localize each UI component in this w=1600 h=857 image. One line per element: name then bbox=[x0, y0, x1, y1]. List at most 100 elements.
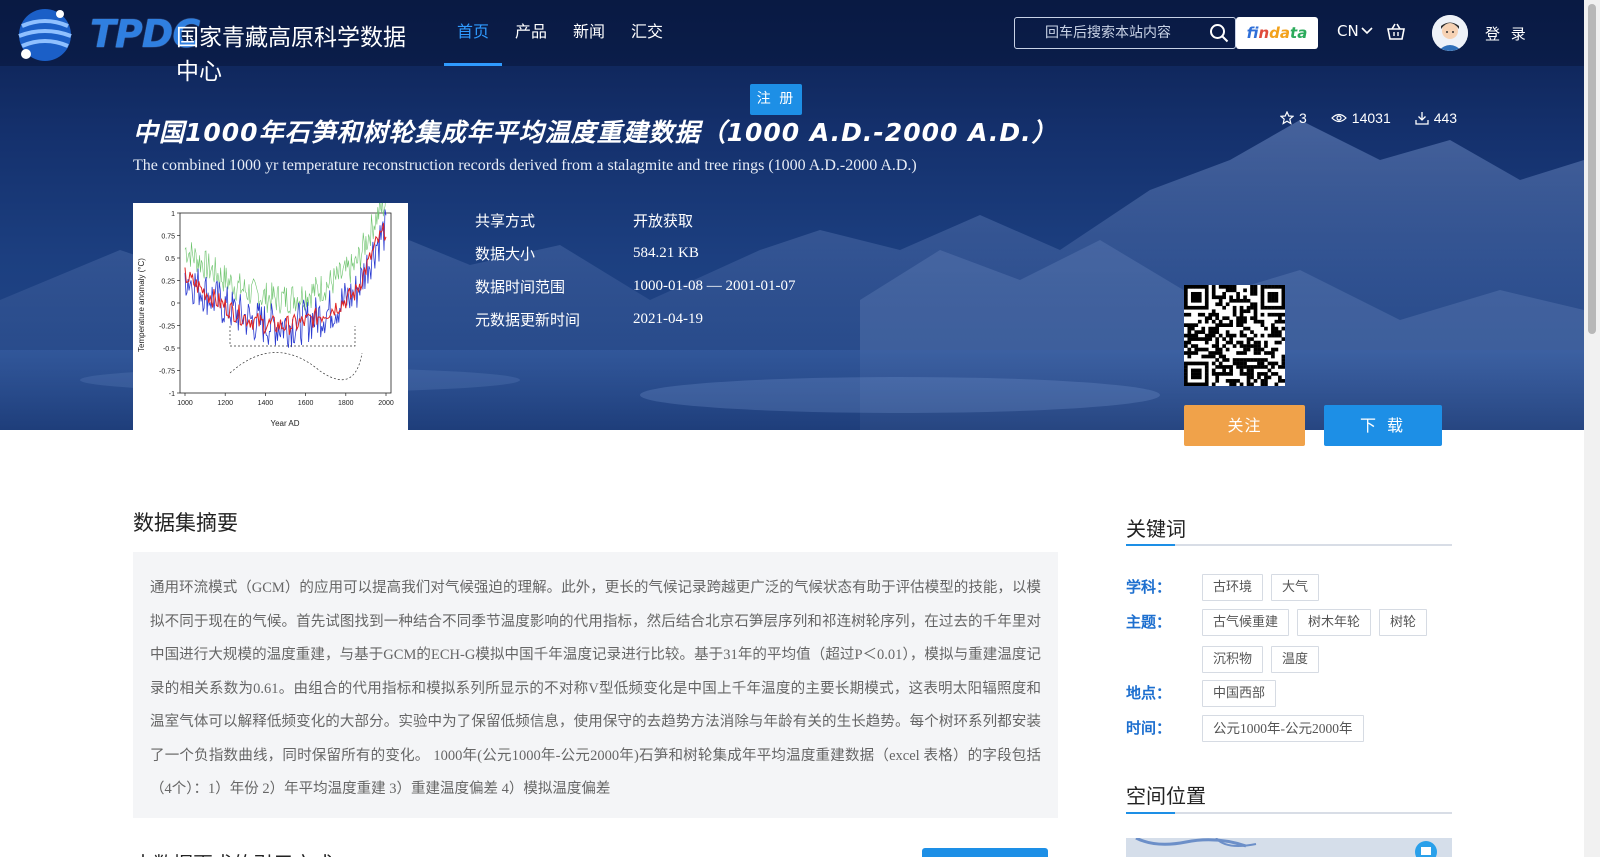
qr-module bbox=[1239, 312, 1244, 317]
qr-module bbox=[1260, 323, 1265, 327]
qr-module bbox=[1229, 372, 1233, 376]
qr-module bbox=[1225, 323, 1230, 327]
findata-part: f bbox=[1246, 24, 1259, 42]
qr-module bbox=[1225, 316, 1230, 321]
qr-module bbox=[1264, 365, 1268, 369]
location-map[interactable] bbox=[1126, 838, 1452, 857]
keyword-tag[interactable]: 温度 bbox=[1271, 646, 1320, 673]
language-selector[interactable]: CN bbox=[1337, 22, 1373, 40]
page-scrollbar[interactable] bbox=[1584, 0, 1600, 857]
keyword-tag[interactable]: 古环境 bbox=[1202, 574, 1264, 601]
download-button[interactable]: 下 载 bbox=[1324, 405, 1442, 446]
nav-products[interactable]: 产品 bbox=[502, 0, 560, 66]
keyword-tag[interactable]: 中国西部 bbox=[1202, 680, 1277, 707]
qr-module bbox=[1246, 379, 1251, 383]
qr-module bbox=[1184, 382, 1188, 387]
keyword-tag[interactable]: 公元1000年-公元2000年 bbox=[1202, 715, 1364, 742]
qr-module bbox=[1190, 295, 1195, 300]
abstract-heading: 数据集摘要 bbox=[133, 511, 238, 535]
qr-module bbox=[1253, 344, 1258, 348]
qr-module bbox=[1271, 330, 1275, 334]
keyword-tag[interactable]: 树木年轮 bbox=[1297, 609, 1372, 636]
thumbnail-xtick-label: 1600 bbox=[298, 400, 314, 407]
qr-module bbox=[1232, 285, 1237, 289]
site-logo[interactable]: TPDC 国家青藏高原科学数据中心 bbox=[14, 2, 414, 85]
keywords-divider bbox=[1126, 544, 1452, 546]
qr-module bbox=[1274, 347, 1279, 352]
avatar[interactable] bbox=[1432, 15, 1468, 51]
keyword-tag[interactable]: 沉积物 bbox=[1202, 646, 1264, 673]
qr-module bbox=[1204, 316, 1209, 321]
qr-module bbox=[1281, 379, 1286, 383]
scrollbar-thumb[interactable] bbox=[1588, 4, 1596, 334]
qr-module bbox=[1222, 354, 1226, 359]
qr-module bbox=[1246, 365, 1251, 369]
qr-module bbox=[1243, 372, 1247, 376]
qr-module bbox=[1222, 344, 1226, 348]
qr-module bbox=[1271, 312, 1275, 317]
dataset-thumbnail[interactable]: 1 0.75 0.5 0.25 0 -0.25 -0.5 -0.75 -1 1000 1200 140… bbox=[133, 189, 408, 430]
keyword-tag[interactable]: 树轮 bbox=[1379, 609, 1428, 636]
qr-module bbox=[1281, 312, 1286, 317]
qr-module bbox=[1239, 382, 1244, 387]
qr-module bbox=[1271, 305, 1275, 310]
keywords-heading: 关键词 bbox=[1126, 517, 1186, 541]
register-button[interactable]: 注 册 bbox=[750, 84, 802, 115]
nav-submit[interactable]: 汇交 bbox=[618, 0, 676, 66]
qr-module bbox=[1204, 319, 1209, 324]
star-count[interactable]: 3 bbox=[1280, 110, 1307, 126]
qr-module bbox=[1204, 375, 1209, 380]
qr-module bbox=[1246, 344, 1251, 348]
search-input[interactable] bbox=[1015, 18, 1201, 48]
qr-module bbox=[1239, 372, 1244, 376]
qr-module bbox=[1271, 326, 1275, 331]
basket-icon[interactable] bbox=[1386, 22, 1406, 42]
qr-module bbox=[1218, 285, 1223, 289]
view-count-value: 14031 bbox=[1351, 110, 1391, 126]
qr-module bbox=[1187, 351, 1192, 355]
qr-module bbox=[1204, 337, 1209, 341]
qr-module bbox=[1232, 312, 1237, 317]
dataset-stats: 3 14031 443 bbox=[1280, 110, 1457, 126]
qr-module bbox=[1257, 347, 1261, 352]
qr-module bbox=[1246, 298, 1251, 303]
qr-module bbox=[1274, 295, 1279, 300]
qr-module bbox=[1222, 337, 1226, 341]
qr-module bbox=[1239, 309, 1244, 314]
qr-module bbox=[1239, 323, 1244, 327]
qr-module bbox=[1204, 288, 1209, 293]
qr-module bbox=[1264, 344, 1268, 348]
follow-button[interactable]: 关注 bbox=[1184, 405, 1305, 446]
qr-module bbox=[1236, 351, 1240, 355]
findata-button[interactable]: findata bbox=[1236, 17, 1318, 49]
qr-module bbox=[1204, 305, 1209, 310]
citation-button[interactable] bbox=[922, 848, 1048, 857]
qr-module bbox=[1239, 361, 1244, 366]
qr-module bbox=[1208, 316, 1213, 321]
nav-home[interactable]: 首页 bbox=[444, 0, 503, 66]
qr-module bbox=[1215, 379, 1220, 383]
dataset-meta: 共享方式 开放获取 数据大小 584.21 KB 数据时间范围 1000-01-… bbox=[475, 204, 795, 336]
qr-module bbox=[1257, 340, 1261, 345]
qr-module bbox=[1222, 368, 1226, 373]
qr-module bbox=[1218, 295, 1223, 300]
nav-news[interactable]: 新闻 bbox=[560, 0, 618, 66]
qr-module bbox=[1211, 291, 1216, 296]
qr-module bbox=[1253, 288, 1258, 293]
qr-module bbox=[1197, 295, 1202, 300]
qr-module bbox=[1232, 309, 1237, 314]
qr-module bbox=[1281, 305, 1286, 310]
qr-module bbox=[1211, 285, 1216, 289]
qr-module bbox=[1187, 347, 1192, 352]
login-link[interactable]: 登 录 bbox=[1485, 23, 1529, 44]
search-icon[interactable] bbox=[1209, 23, 1229, 43]
qr-module bbox=[1190, 333, 1195, 338]
qr-module bbox=[1190, 372, 1195, 376]
keyword-tag[interactable]: 古气候重建 bbox=[1202, 609, 1290, 636]
qr-module bbox=[1194, 291, 1199, 296]
qr-module bbox=[1204, 382, 1209, 387]
keyword-tag[interactable]: 大气 bbox=[1271, 574, 1320, 601]
qr-module bbox=[1218, 365, 1223, 369]
thumbnail-xtick-label: 1400 bbox=[258, 400, 274, 407]
qr-module bbox=[1267, 312, 1272, 317]
